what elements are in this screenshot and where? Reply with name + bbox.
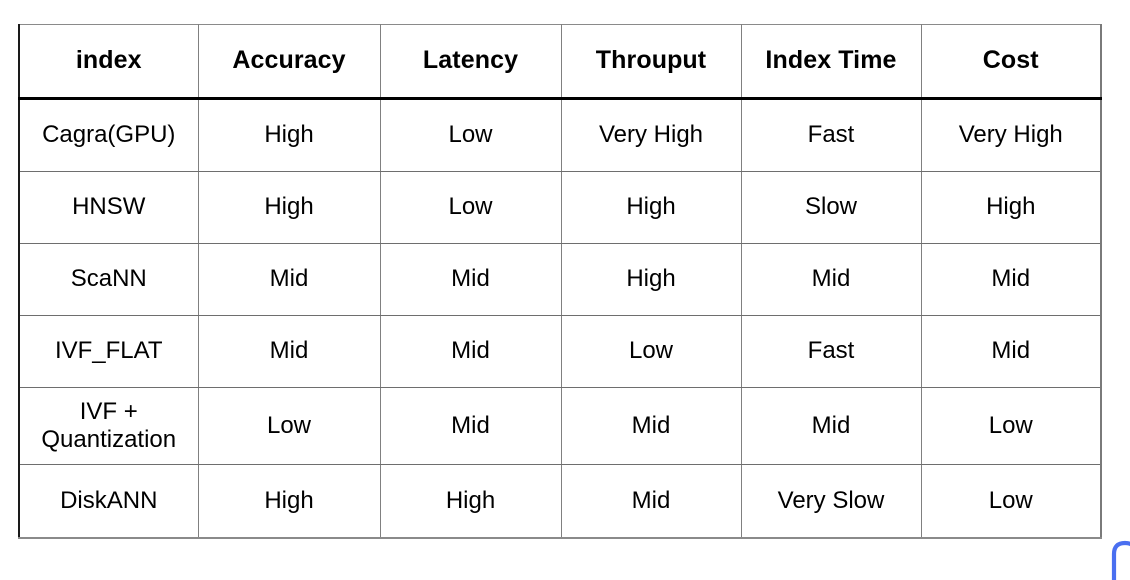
cell-latency: Mid [379,387,562,465]
table-row: IVF + Quantization Low Mid Mid Mid Low [18,387,1102,465]
cell-index-time: Mid [740,243,922,316]
table-row: HNSW High Low High Slow High [18,171,1102,244]
table-header: index Accuracy Latency Throuput Index Ti… [18,24,1102,100]
cell-throuput: Very High [560,98,742,172]
cell-index: IVF + Quantization [18,387,199,465]
cell-accuracy: High [197,98,381,172]
cell-index: IVF_FLAT [18,315,199,388]
cell-accuracy: Mid [197,243,381,316]
cell-index: Cagra(GPU) [18,98,199,172]
column-header-latency: Latency [379,24,562,100]
column-header-throuput: Throuput [560,24,742,100]
cell-index-time: Slow [740,171,922,244]
cell-index-line-2: Quantization [41,426,177,453]
cell-accuracy: Low [197,387,381,465]
column-header-cost: Cost [920,24,1102,100]
cell-index: HNSW [18,171,199,244]
cell-index-time: Very Slow [740,464,922,539]
cell-accuracy: Mid [197,315,381,388]
cell-cost: Mid [920,315,1102,388]
cell-accuracy: High [197,464,381,539]
cell-index-time: Fast [740,98,922,172]
cell-throuput: Mid [560,464,742,539]
cell-index-time: Fast [740,315,922,388]
index-comparison-table: index Accuracy Latency Throuput Index Ti… [18,24,1102,539]
cell-index-time: Mid [740,387,922,465]
cell-latency: Mid [379,243,562,316]
table-header-row: index Accuracy Latency Throuput Index Ti… [18,24,1102,100]
table-row: Cagra(GPU) High Low Very High Fast Very … [18,98,1102,172]
cell-latency: Low [379,98,562,172]
cell-throuput: High [560,243,742,316]
column-header-index: index [18,24,199,100]
cell-latency: High [379,464,562,539]
table-row: IVF_FLAT Mid Mid Low Fast Mid [18,315,1102,388]
cell-throuput: Low [560,315,742,388]
cell-cost: Low [920,464,1102,539]
index-comparison-table-wrapper: index Accuracy Latency Throuput Index Ti… [18,24,1102,539]
cell-cost: Mid [920,243,1102,316]
cell-cost: Low [920,387,1102,465]
cell-throuput: Mid [560,387,742,465]
blue-cursor-annotation-icon [1111,540,1130,580]
cell-index: DiskANN [18,464,199,539]
column-header-accuracy: Accuracy [197,24,381,100]
cell-cost: Very High [920,98,1102,172]
cell-latency: Low [379,171,562,244]
column-header-index-time: Index Time [740,24,922,100]
table-body: Cagra(GPU) High Low Very High Fast Very … [18,98,1102,539]
cell-index: ScaNN [18,243,199,316]
table-row: DiskANN High High Mid Very Slow Low [18,464,1102,539]
cell-index-line-1: IVF + [79,397,138,425]
table-row: ScaNN Mid Mid High Mid Mid [18,243,1102,316]
cell-accuracy: High [197,171,381,244]
slide-canvas: index Accuracy Latency Throuput Index Ti… [0,0,1130,580]
cell-latency: Mid [379,315,562,388]
cell-cost: High [920,171,1102,244]
cell-throuput: High [560,171,742,244]
